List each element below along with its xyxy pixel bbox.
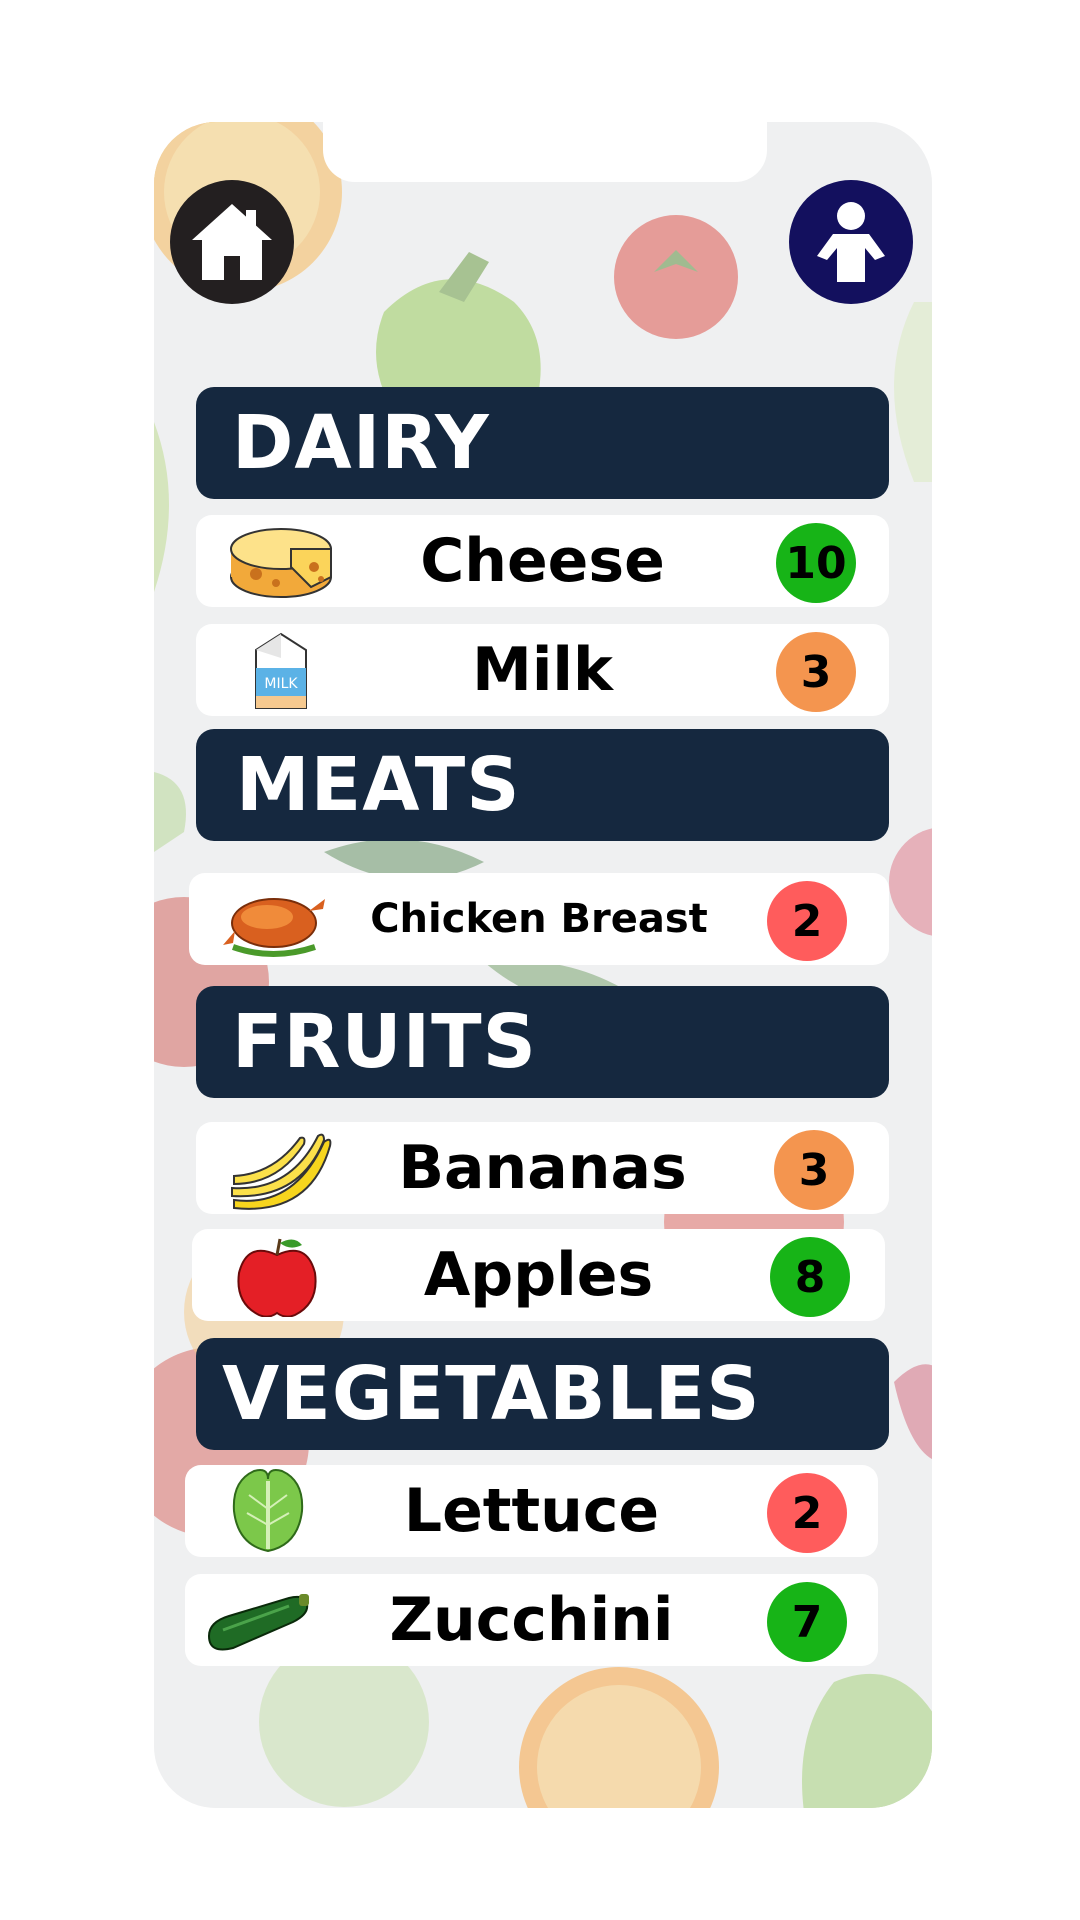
person-icon <box>817 202 885 282</box>
list-item-cheese[interactable]: Cheese 10 <box>196 515 889 607</box>
home-icon <box>192 204 272 280</box>
list-item-lettuce[interactable]: Lettuce 2 <box>185 1465 878 1557</box>
count-badge: 8 <box>770 1237 850 1317</box>
phone-notch <box>323 82 767 182</box>
section-title: FRUITS <box>232 999 537 1085</box>
count-badge: 7 <box>767 1582 847 1662</box>
list-item-chicken-breast[interactable]: Chicken Breast 2 <box>189 873 889 965</box>
section-header-dairy: DAIRY <box>196 387 889 499</box>
section-title: MEATS <box>236 742 521 828</box>
profile-button[interactable] <box>789 180 913 304</box>
count-badge: 2 <box>767 1473 847 1553</box>
home-button[interactable] <box>170 180 294 304</box>
count-badge: 3 <box>776 632 856 712</box>
count-badge: 2 <box>767 881 847 961</box>
count-badge: 10 <box>776 523 856 603</box>
section-header-meats: MEATS <box>196 729 889 841</box>
section-title: DAIRY <box>232 400 490 486</box>
section-header-vegetables: VEGETABLES <box>196 1338 889 1450</box>
list-item-zucchini[interactable]: Zucchini 7 <box>185 1574 878 1666</box>
list-item-apples[interactable]: Apples 8 <box>192 1229 885 1321</box>
section-header-fruits: FRUITS <box>196 986 889 1098</box>
section-title: VEGETABLES <box>222 1351 761 1437</box>
count-badge: 3 <box>774 1130 854 1210</box>
list-item-milk[interactable]: MILK Milk 3 <box>196 624 889 716</box>
list-item-bananas[interactable]: Bananas 3 <box>196 1122 889 1214</box>
